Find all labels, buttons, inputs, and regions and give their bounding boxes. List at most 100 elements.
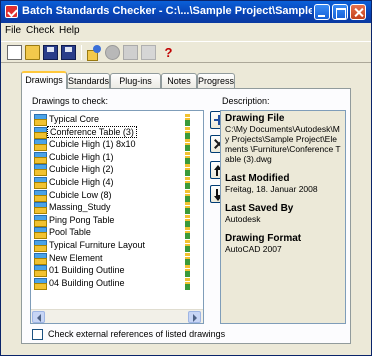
minimize-button[interactable]	[314, 4, 330, 20]
drawing-list-item[interactable]: Pool Table	[31, 226, 190, 240]
new-file-icon[interactable]	[7, 45, 22, 60]
last-modified-value: Freitag, 18. Januar 2008	[225, 184, 318, 194]
tab-progress[interactable]: Progress	[197, 73, 235, 88]
drawing-file-heading: Drawing File	[225, 113, 285, 124]
check-icon[interactable]	[87, 45, 102, 61]
drawing-file-icon	[34, 177, 47, 189]
last-modified-heading: Last Modified	[225, 173, 290, 184]
description-label: Description:	[222, 96, 270, 106]
report-icon[interactable]	[141, 45, 156, 60]
toolbar-separator	[81, 45, 82, 60]
drawing-list-item[interactable]: Cubicle High (2)	[31, 163, 190, 177]
drawing-list-item-label: Cubicle Low (8)	[49, 189, 112, 200]
drawings-list[interactable]: 04 Building Outline 01 Building Outline Ne…	[30, 110, 204, 324]
toolbar: ?	[1, 41, 371, 63]
drawings-to-check-label: Drawings to check:	[32, 96, 109, 106]
drawing-status-icon	[185, 214, 190, 227]
drawing-status-icon	[185, 113, 190, 126]
drawing-status-icon	[185, 126, 190, 139]
drawing-file-icon	[34, 126, 47, 139]
drawing-list-item[interactable]: Cubicle High (1) 8x10	[31, 138, 190, 152]
last-saved-value: Autodesk	[225, 214, 261, 224]
drawing-list-item[interactable]: Cubicle Low (8)	[31, 189, 190, 202]
horizontal-scrollbar[interactable]	[31, 309, 203, 323]
drawing-file-icon	[34, 151, 47, 164]
drawing-list-item[interactable]: New Element	[31, 252, 190, 265]
drawing-list-item[interactable]: 04 Building Outline	[31, 277, 190, 290]
check-external-label[interactable]: Check external references of listed draw…	[48, 329, 225, 339]
save-as-icon[interactable]	[61, 45, 76, 60]
drawing-list-item-label: 04 Building Outline	[49, 277, 125, 288]
stop-icon[interactable]	[105, 45, 120, 60]
menu-bar: File Check Help	[1, 23, 371, 39]
tab-notes[interactable]: Notes	[161, 73, 197, 88]
tab-drawings[interactable]: Drawings	[21, 71, 67, 89]
drawing-list-item-label: Massing_Study	[49, 202, 111, 213]
scroll-left-arrow-icon[interactable]	[32, 311, 45, 323]
drawing-file-icon	[34, 252, 47, 265]
drawing-file-icon	[34, 164, 47, 177]
drawing-status-icon	[185, 151, 190, 164]
drawing-list-item-label: Typical Core	[49, 114, 100, 124]
drawing-file-icon	[34, 265, 47, 278]
drawing-file-value: C:\My Documents\Autodesk\My Projects\Sam…	[225, 124, 341, 164]
drawing-status-icon	[185, 138, 190, 152]
drawing-list-item-label: New Element	[49, 252, 103, 263]
title-bar[interactable]: Batch Standards Checker - C:\...\Sample …	[1, 1, 371, 23]
window-title: Batch Standards Checker - C:\...\Sample …	[22, 5, 312, 17]
drawing-list-item[interactable]: Conference Table (3)	[31, 125, 190, 139]
drawing-list-item-label: 01 Building Outline	[49, 265, 125, 276]
drawing-list-item[interactable]: Cubicle High (4)	[31, 176, 190, 189]
menu-check[interactable]: Check	[26, 25, 54, 36]
drawing-status-icon	[185, 176, 190, 189]
drawings-tab-panel: Drawings to check: Description: 04 Build…	[21, 88, 351, 344]
drawing-list-item-label: Ping Pong Table	[49, 214, 115, 225]
check-external-checkbox[interactable]	[32, 329, 43, 340]
drawing-file-icon	[34, 139, 47, 152]
drawing-format-heading: Drawing Format	[225, 233, 302, 244]
last-saved-heading: Last Saved By	[225, 203, 294, 214]
app-check-icon	[5, 5, 18, 18]
menu-help[interactable]: Help	[59, 25, 80, 36]
open-folder-icon[interactable]	[25, 45, 40, 60]
drawing-list-item-label: Cubicle High (1) 8x10	[49, 139, 136, 150]
menu-file[interactable]: File	[5, 25, 21, 36]
drawing-status-icon	[185, 252, 190, 265]
drawing-status-icon	[185, 163, 190, 177]
drawing-format-value: AutoCAD 2007	[225, 244, 282, 254]
drawing-status-icon	[185, 226, 190, 240]
drawing-status-icon	[185, 189, 190, 202]
drawing-list-item-label: Cubicle High (2)	[49, 164, 114, 175]
drawing-file-icon	[34, 277, 47, 290]
maximize-button[interactable]	[332, 4, 348, 20]
drawing-list-item[interactable]: Cubicle High (1)	[31, 151, 190, 164]
help-icon[interactable]: ?	[161, 45, 176, 60]
drawing-file-icon	[34, 214, 47, 227]
drawing-file-icon	[34, 189, 47, 202]
drawing-list-item-label: Typical Furniture Layout	[49, 240, 146, 250]
drawing-status-icon	[185, 239, 190, 252]
tab-plug-ins[interactable]: Plug-ins	[110, 73, 161, 88]
drawing-list-item-label: Conference Table (3)	[47, 125, 137, 138]
scroll-right-arrow-icon[interactable]	[188, 311, 201, 323]
drawing-list-item[interactable]: Ping Pong Table	[31, 214, 190, 227]
drawing-file-icon	[34, 202, 47, 215]
drawing-list-item[interactable]: Typical Core	[31, 113, 190, 126]
copy-icon[interactable]	[123, 45, 138, 60]
close-button[interactable]	[350, 4, 366, 20]
drawing-status-icon	[185, 264, 190, 278]
drawing-file-icon	[34, 240, 47, 252]
description-box: Drawing File C:\My Documents\Autodesk\My…	[220, 110, 346, 324]
batch-standards-checker-window: Batch Standards Checker - C:\...\Sample …	[0, 0, 372, 356]
drawing-list-item[interactable]: Massing_Study	[31, 201, 190, 215]
drawing-list-item-label: Cubicle High (4)	[49, 177, 114, 187]
drawing-list-item[interactable]: Typical Furniture Layout	[31, 239, 190, 252]
drawing-file-icon	[34, 114, 47, 126]
drawing-list-item[interactable]: 01 Building Outline	[31, 264, 190, 278]
drawing-file-icon	[34, 227, 47, 240]
tab-standards[interactable]: Standards	[67, 73, 110, 88]
drawing-list-item-label: Pool Table	[49, 227, 91, 238]
drawing-status-icon	[185, 277, 190, 290]
save-icon[interactable]	[43, 45, 58, 60]
drawing-list-item-label: Cubicle High (1)	[49, 151, 114, 162]
